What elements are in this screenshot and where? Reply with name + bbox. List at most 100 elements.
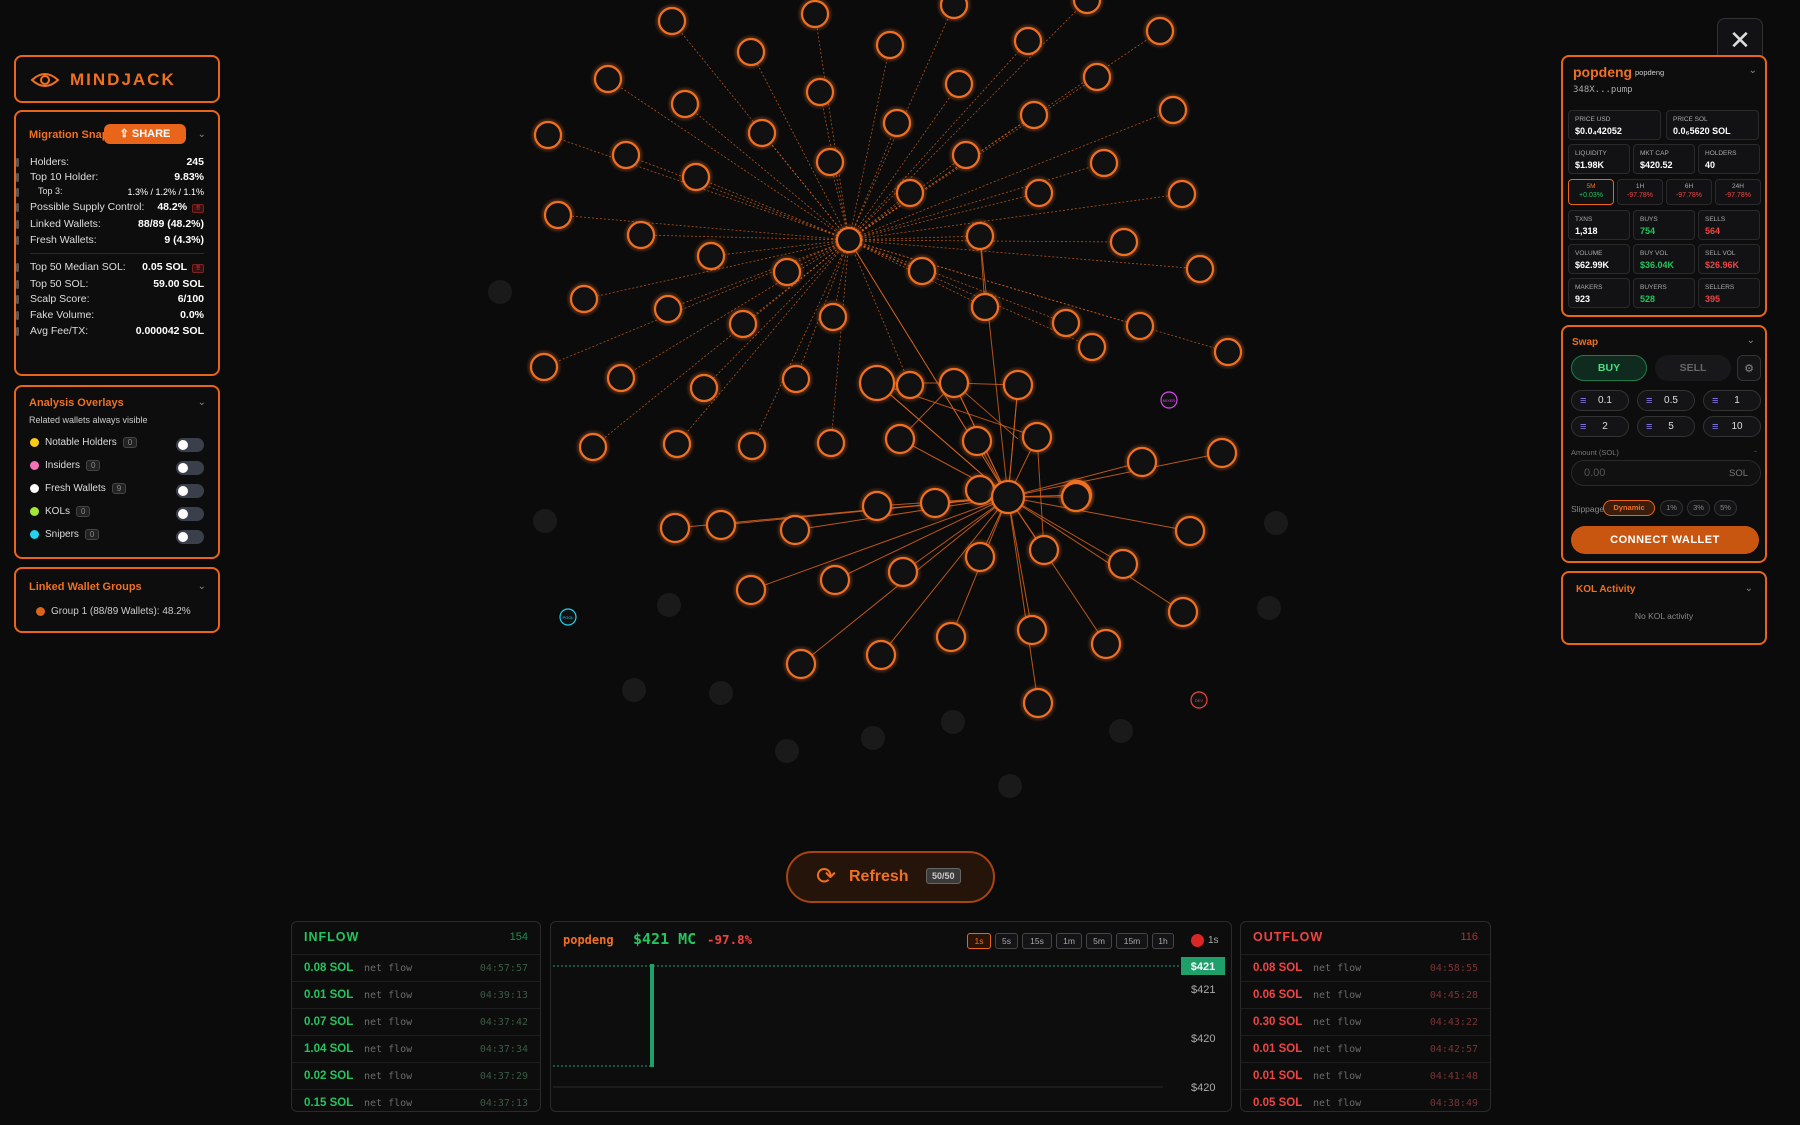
chevron-down-icon[interactable]: ⌄ bbox=[1747, 335, 1755, 346]
timeframe-change-cell[interactable]: 1H -97.78% bbox=[1617, 179, 1663, 205]
inactive-wallet-node[interactable] bbox=[1257, 596, 1281, 620]
overlay-toggle[interactable] bbox=[176, 530, 204, 544]
flow-row[interactable]: 0.02 SOL net flow 04:37:29 bbox=[292, 1063, 540, 1090]
inactive-wallet-node[interactable] bbox=[1264, 511, 1288, 535]
token-address[interactable]: 348X...pump bbox=[1573, 85, 1633, 95]
buy-tab[interactable]: BUY bbox=[1571, 355, 1647, 381]
wallet-node[interactable] bbox=[657, 6, 687, 36]
share-button[interactable]: ⇪ SHARE bbox=[104, 124, 186, 144]
timeframe-button[interactable]: 15s bbox=[1022, 933, 1052, 949]
wallet-node[interactable] bbox=[818, 302, 848, 332]
inactive-wallet-node[interactable] bbox=[709, 681, 733, 705]
wallet-node[interactable] bbox=[965, 221, 995, 251]
timeframe-button[interactable]: 5s bbox=[995, 933, 1018, 949]
wallet-node[interactable] bbox=[735, 574, 767, 606]
overlay-toggle[interactable] bbox=[176, 507, 204, 521]
inactive-wallet-node[interactable] bbox=[1109, 719, 1133, 743]
wallet-node[interactable] bbox=[935, 621, 967, 653]
wallet-node[interactable] bbox=[970, 292, 1000, 322]
wallet-node[interactable] bbox=[951, 140, 981, 170]
wallet-node[interactable] bbox=[1024, 178, 1054, 208]
wallet-node[interactable] bbox=[1185, 254, 1215, 284]
wallet-node[interactable] bbox=[611, 140, 641, 170]
wallet-node[interactable] bbox=[662, 429, 692, 459]
wallet-node[interactable] bbox=[1022, 687, 1054, 719]
flow-row[interactable]: 1.04 SOL net flow 04:37:34 bbox=[292, 1036, 540, 1063]
wallet-node[interactable] bbox=[861, 490, 893, 522]
wallet-node[interactable] bbox=[578, 432, 608, 462]
overlay-item[interactable]: Insiders 0 bbox=[30, 460, 206, 476]
inactive-wallet-node[interactable] bbox=[533, 509, 557, 533]
wallet-node[interactable] bbox=[670, 89, 700, 119]
wallet-node[interactable] bbox=[1167, 596, 1199, 628]
wallet-node[interactable] bbox=[1145, 16, 1175, 46]
slippage-option[interactable]: 1% bbox=[1660, 500, 1683, 516]
wallet-node[interactable] bbox=[1213, 337, 1243, 367]
amount-input[interactable]: 0.00 SOL bbox=[1571, 460, 1761, 486]
wallet-node[interactable] bbox=[835, 226, 863, 254]
chevron-down-icon[interactable]: ⌄ bbox=[198, 129, 206, 140]
inactive-wallet-node[interactable] bbox=[941, 710, 965, 734]
wallet-node[interactable] bbox=[728, 309, 758, 339]
wallet-node[interactable] bbox=[659, 512, 691, 544]
wallet-node[interactable] bbox=[1109, 227, 1139, 257]
group-item[interactable]: Group 1 (88/89 Wallets): 48.2% bbox=[36, 606, 191, 617]
wallet-node[interactable] bbox=[1158, 95, 1188, 125]
quick-amount-button[interactable]: ≡ 5 bbox=[1637, 416, 1695, 437]
wallet-node[interactable] bbox=[816, 428, 846, 458]
wallet-node[interactable] bbox=[1206, 437, 1238, 469]
overlay-toggle[interactable] bbox=[176, 484, 204, 498]
wallet-node[interactable] bbox=[1019, 100, 1049, 130]
timeframe-button[interactable]: 15m bbox=[1116, 933, 1148, 949]
wallet-node[interactable] bbox=[689, 373, 719, 403]
wallet-node[interactable] bbox=[1013, 26, 1043, 56]
wallet-node[interactable] bbox=[1060, 481, 1092, 513]
wallet-node[interactable] bbox=[606, 363, 636, 393]
wallet-node[interactable] bbox=[938, 367, 970, 399]
chevron-down-icon[interactable]: ⌄ bbox=[198, 581, 206, 592]
sell-tab[interactable]: SELL bbox=[1655, 355, 1731, 381]
wallet-node[interactable] bbox=[805, 77, 835, 107]
wallet-node[interactable] bbox=[772, 257, 802, 287]
wallet-node[interactable] bbox=[961, 425, 993, 457]
inactive-wallet-node[interactable] bbox=[488, 280, 512, 304]
slippage-option[interactable]: 3% bbox=[1687, 500, 1710, 516]
overlay-toggle[interactable] bbox=[176, 461, 204, 475]
flow-row[interactable]: 0.06 SOL net flow 04:45:28 bbox=[1241, 982, 1490, 1009]
inactive-wallet-node[interactable] bbox=[998, 774, 1022, 798]
wallet-node[interactable] bbox=[593, 64, 623, 94]
wallet-node[interactable] bbox=[895, 370, 925, 400]
wallet-node[interactable] bbox=[1167, 179, 1197, 209]
wallet-node[interactable] bbox=[964, 541, 996, 573]
quick-amount-button[interactable]: ≡ 10 bbox=[1703, 416, 1761, 437]
timeframe-button[interactable]: 1s bbox=[967, 933, 991, 949]
quick-amount-button[interactable]: ≡ 2 bbox=[1571, 416, 1629, 437]
price-line-chart[interactable]: $421 $421 $420 $420 bbox=[551, 956, 1231, 1111]
flow-row[interactable]: 0.01 SOL net flow 04:41:48 bbox=[1241, 1063, 1490, 1090]
wallet-node[interactable] bbox=[1016, 614, 1048, 646]
wallet-node[interactable] bbox=[681, 162, 711, 192]
wallet-node[interactable] bbox=[1028, 534, 1060, 566]
flow-row[interactable]: 0.05 SOL net flow 04:38:49 bbox=[1241, 1090, 1490, 1112]
quick-amount-button[interactable]: ≡ 0.5 bbox=[1637, 390, 1695, 411]
wallet-node[interactable] bbox=[884, 423, 916, 455]
wallet-node[interactable] bbox=[819, 564, 851, 596]
flow-row[interactable]: 0.08 SOL net flow 04:57:57 bbox=[292, 955, 540, 982]
wallet-node[interactable] bbox=[736, 37, 766, 67]
wallet-node[interactable] bbox=[939, 0, 969, 20]
wallet-node[interactable] bbox=[543, 200, 573, 230]
wallet-node[interactable] bbox=[800, 0, 830, 29]
wallet-node[interactable] bbox=[1126, 446, 1158, 478]
wallet-node[interactable] bbox=[626, 220, 656, 250]
inactive-wallet-node[interactable] bbox=[861, 726, 885, 750]
wallet-node[interactable] bbox=[653, 294, 683, 324]
timeframe-change-cell[interactable]: 5M +0.03% bbox=[1568, 179, 1614, 205]
timeframe-change-cell[interactable]: 24H -97.78% bbox=[1715, 179, 1761, 205]
wallet-node[interactable] bbox=[705, 509, 737, 541]
overlay-item[interactable]: Snipers 0 bbox=[30, 529, 206, 545]
wallet-node[interactable] bbox=[1107, 548, 1139, 580]
swap-settings-button[interactable]: ⚙ bbox=[1737, 355, 1761, 381]
flow-row[interactable]: 0.08 SOL net flow 04:58:55 bbox=[1241, 955, 1490, 982]
wallet-node[interactable] bbox=[919, 487, 951, 519]
connect-wallet-button[interactable]: CONNECT WALLET bbox=[1571, 526, 1759, 554]
